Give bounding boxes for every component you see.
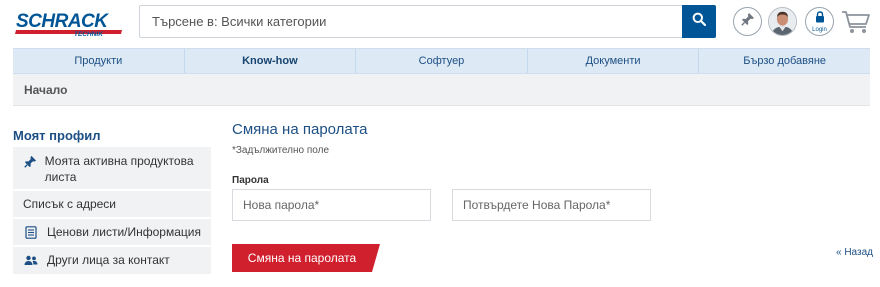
nav-item-documents[interactable]: Документи [528,49,700,73]
search-icon [692,12,707,31]
change-password-button[interactable]: Смяна на паролата [232,244,380,272]
avatar[interactable] [768,7,797,36]
nav-item-quick-add[interactable]: Бързо добавяне [699,49,870,73]
change-password-button-label: Смяна на паролата [247,251,357,265]
sidebar-item-label: Други лица за контакт [47,253,170,267]
sidebar-item-other-contacts[interactable]: Други лица за контакт [13,247,211,274]
header: SCHRACK TECHNIK Търсене в: Всички катего… [0,0,880,44]
sidebar-item-label: Моята активна продуктова листа [44,154,194,184]
svg-text:SCHRACK: SCHRACK [16,11,109,32]
password-label: Парола [232,175,269,186]
lock-icon [815,10,825,28]
cart-button[interactable] [841,9,871,35]
sidebar-item-active-product-list[interactable]: Моята активна продуктова листа [13,147,211,189]
sidebar-item-price-lists[interactable]: Ценови листи/Информация [13,219,211,245]
nav-item-know-how[interactable]: Know-how [185,49,357,73]
login-button[interactable]: Login [805,7,834,36]
search-input[interactable] [140,6,683,37]
sidebar-title: Моят профил [13,128,101,143]
svg-text:TECHNIK: TECHNIK [74,31,104,37]
search-box [139,5,716,38]
breadcrumb-bar: Начало [13,74,870,106]
active-list-pin-button[interactable] [733,7,762,36]
document-list-icon [23,224,39,240]
contacts-icon [23,252,39,268]
schrack-logo[interactable]: SCHRACK TECHNIK [12,11,124,38]
page-title: Смяна на паролата [232,121,368,138]
confirm-password-field[interactable] [452,189,651,221]
pin-icon [23,153,39,169]
nav-item-software[interactable]: Софтуер [356,49,528,73]
cart-icon [841,11,871,39]
main-nav: Продукти Know-how Софтуер Документи Бърз… [13,48,870,74]
login-label: Login [812,26,827,33]
required-field-note: *Задължително поле [232,145,330,156]
sidebar-item-label: Списък с адреси [23,197,117,211]
sidebar-item-address-list[interactable]: Списък с адреси [13,191,211,217]
pin-icon [740,12,755,31]
nav-item-products[interactable]: Продукти [13,49,185,73]
new-password-field[interactable] [232,189,431,221]
search-button[interactable] [682,5,716,38]
back-link[interactable]: « Назад [836,247,873,258]
sidebar-item-label: Ценови листи/Информация [47,225,201,239]
breadcrumb-home[interactable]: Начало [24,83,67,97]
